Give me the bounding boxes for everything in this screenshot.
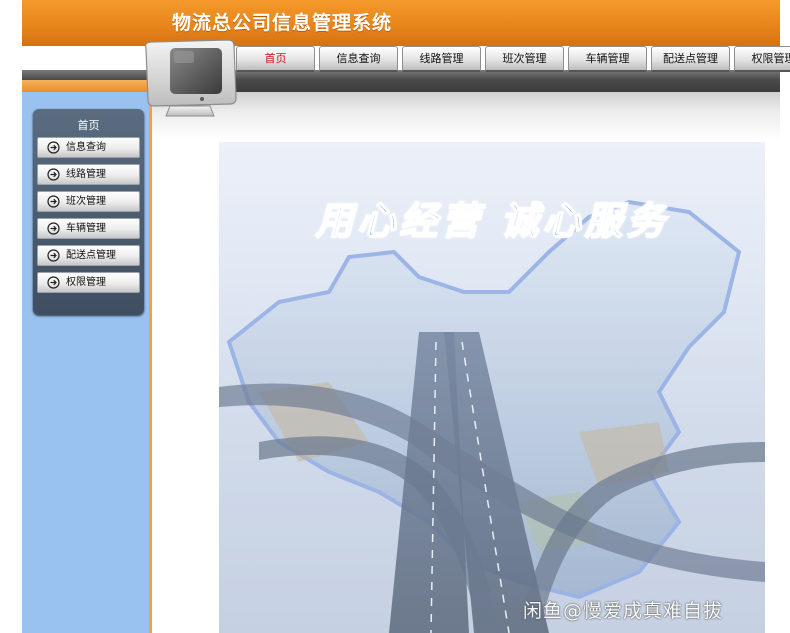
sidebar-item-permission-management[interactable]: 权限管理: [37, 272, 140, 293]
tab-shift-management[interactable]: 班次管理: [485, 46, 564, 72]
content-top-band: [152, 92, 780, 140]
right-margin: [780, 0, 790, 633]
sidebar-item-label: 信息查询: [66, 142, 106, 153]
sidebar-item-label: 班次管理: [66, 196, 106, 207]
tab-route-management[interactable]: 线路管理: [402, 46, 481, 72]
circle-arrow-right-icon: [47, 168, 60, 181]
sidebar-item-label: 配送点管理: [66, 250, 116, 261]
sidebar-item-label: 线路管理: [66, 169, 106, 180]
sidebar-item-vehicle-management[interactable]: 车辆管理: [37, 218, 140, 239]
app-title: 物流总公司信息管理系统: [172, 12, 393, 34]
sidebar-item-shift-management[interactable]: 班次管理: [37, 191, 140, 212]
tab-permission-management[interactable]: 权限管理: [734, 46, 790, 72]
sidebar-item-info-query[interactable]: 信息查询: [37, 137, 140, 158]
tab-info-query[interactable]: 信息查询: [319, 46, 398, 72]
circle-arrow-right-icon: [47, 195, 60, 208]
banner-slogan: 用心经营 诚心服务: [315, 197, 669, 244]
monitor-icon: [145, 39, 237, 117]
home-banner: 用心经营 诚心服务: [219, 142, 765, 633]
circle-arrow-right-icon: [47, 249, 60, 262]
sidebar-menu-title: 首页: [77, 119, 100, 132]
sidebar-item-label: 权限管理: [66, 277, 106, 288]
watermark-text: 闲鱼@慢爱成真难自拔: [523, 600, 724, 622]
sidebar-item-route-management[interactable]: 线路管理: [37, 164, 140, 185]
circle-arrow-right-icon: [47, 276, 60, 289]
main-nav-tabs: 首页 信息查询 线路管理 班次管理 车辆管理 配送点管理 权限管理: [236, 46, 790, 73]
sidebar-item-label: 车辆管理: [66, 223, 106, 234]
circle-arrow-right-icon: [47, 222, 60, 235]
sidebar-item-delivery-point-management[interactable]: 配送点管理: [37, 245, 140, 266]
left-margin: [0, 0, 22, 633]
tab-delivery-point-management[interactable]: 配送点管理: [651, 46, 730, 72]
tab-home[interactable]: 首页: [236, 46, 315, 72]
app-header: 物流总公司信息管理系统: [0, 0, 790, 46]
circle-arrow-right-icon: [47, 141, 60, 154]
tab-vehicle-management[interactable]: 车辆管理: [568, 46, 647, 72]
sidebar-menu: 首页 信息查询 线路管理 班次管理 车辆管理 配送点管理 权限管理: [33, 109, 144, 315]
